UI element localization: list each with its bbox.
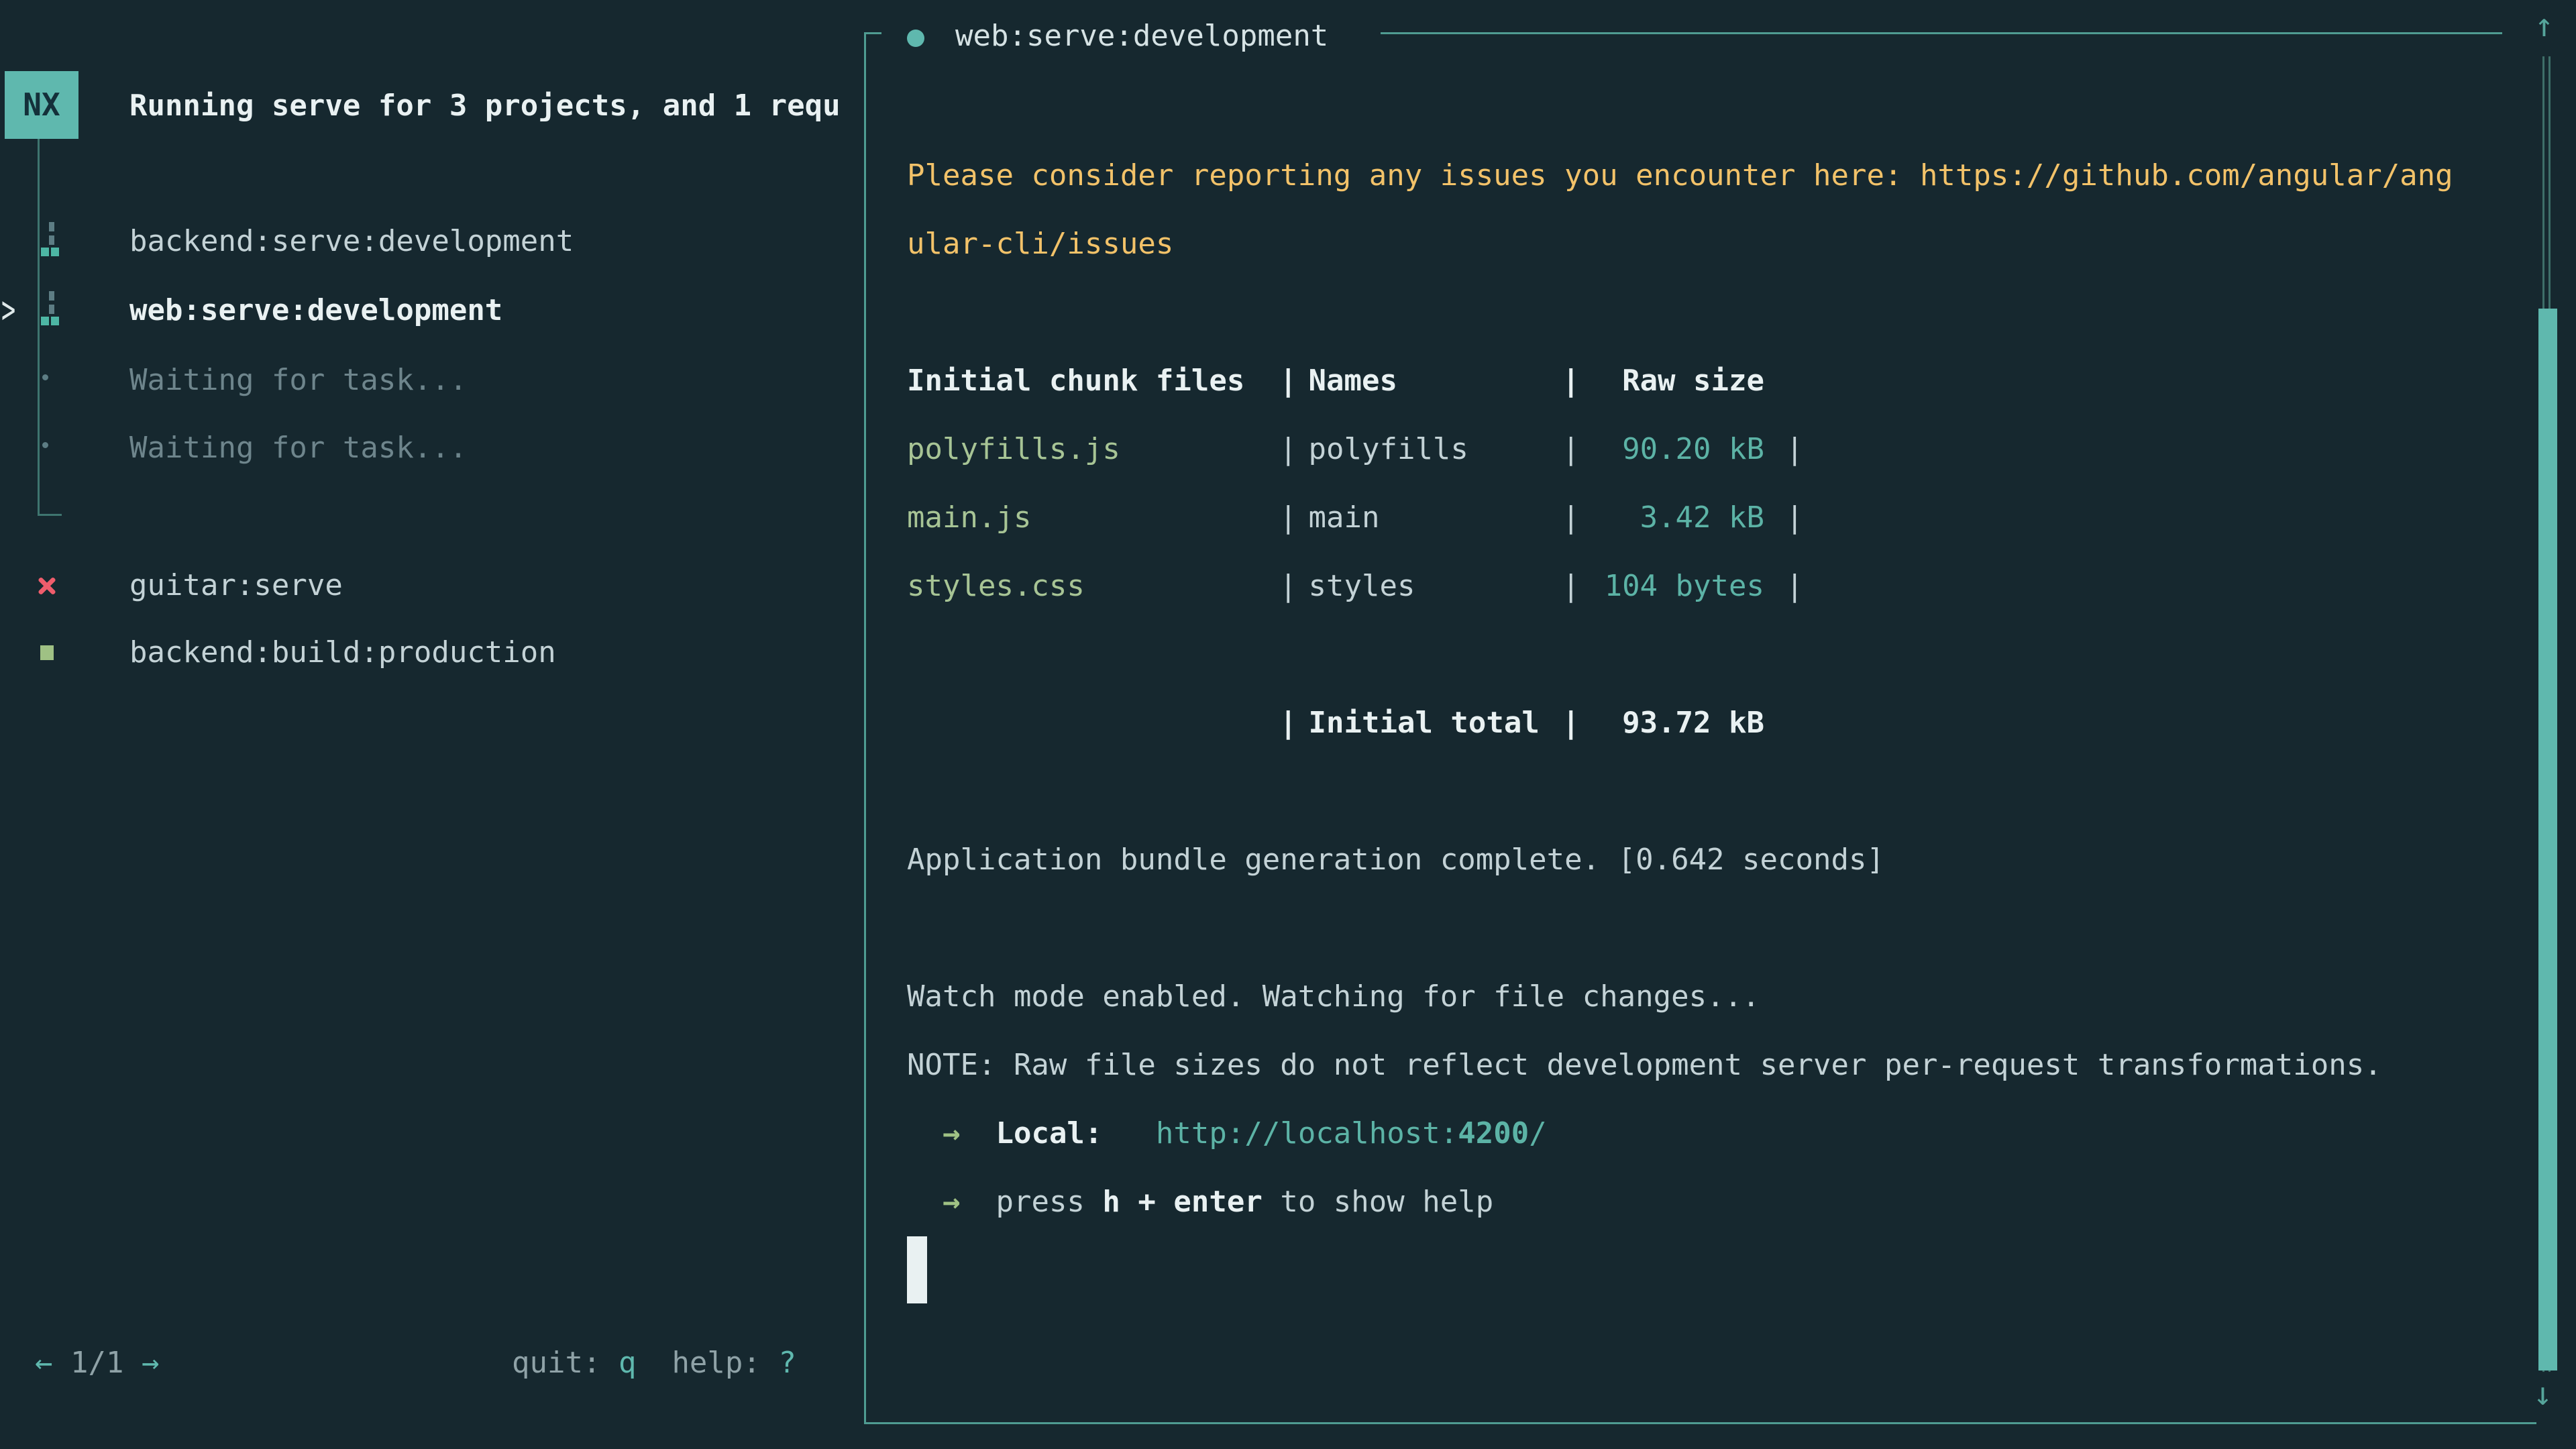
waiting-dot-icon [42,442,48,448]
panel-border-bottom [864,1422,2536,1424]
blank-line [907,894,2517,963]
chunk-name: styles [1297,552,1562,621]
table-row: main.js|main|3.42 kB| [907,484,2517,552]
sidebar-item-web-serve[interactable]: web:serve:development [129,288,502,333]
task-failed-x-icon [36,575,58,596]
help-hint-suffix: to show help [1263,1185,1493,1219]
local-url-line: → Local: http://localhost:4200/ [907,1099,2517,1168]
sidebar-item-guitar-serve[interactable]: guitar:serve [129,563,343,608]
page-indicator: 1/1 [70,1346,123,1380]
prev-page-arrow[interactable]: ← [35,1346,53,1380]
task-tree-line [38,139,40,516]
arrow-icon: → [943,1185,961,1219]
quit-label: quit: [512,1346,619,1380]
blank-line [907,278,2517,347]
arrow-icon: → [943,1116,961,1150]
scrollbar-thumb[interactable] [2538,309,2557,1371]
col-header-names: Names [1297,347,1562,415]
chunk-size: 104 bytes [1580,552,1786,621]
chunk-name: main [1297,484,1562,552]
sidebar-item-waiting-2[interactable]: Waiting for task... [129,425,467,471]
next-page-arrow[interactable]: → [142,1346,160,1380]
scroll-up-icon[interactable]: ↑ [2534,7,2554,44]
notice-text[interactable]: Please consider reporting any issues you… [907,158,2453,193]
sidebar-item-backend-build[interactable]: backend:build:production [129,630,556,676]
waiting-dot-icon [42,374,48,380]
local-url[interactable]: http://localhost:4200/ [1156,1116,1547,1150]
chunk-file: main.js [907,484,1279,552]
shortcut-hints: quit: q help: ? [512,1340,796,1386]
panel-border-top-stub [864,32,881,34]
table-header-row: Initial chunk files|Names|Raw size [907,347,2517,415]
chunk-name: polyfills [1297,415,1562,484]
total-size: 93.72 kB [1580,689,1786,757]
table-row: styles.css|styles|104 bytes| [907,552,2517,621]
nx-logo: NX [5,71,78,139]
help-label: help: [672,1346,778,1380]
quit-key: q [619,1346,637,1380]
panel-title: web:serve:development [955,13,1328,59]
col-header-size: Raw size [1580,347,1786,415]
panel-border-top [1381,32,2502,34]
blank-line [907,621,2517,689]
chunk-size: 3.42 kB [1580,484,1786,552]
bundle-complete-message: Application bundle generation complete. … [907,826,2517,894]
local-label: Local: [996,1116,1102,1150]
help-key: ? [778,1346,796,1380]
pagination: ← 1/1 → [35,1340,159,1386]
watch-mode-message: Watch mode enabled. Watching for file ch… [907,963,2517,1031]
table-row: polyfills.js|polyfills|90.20 kB| [907,415,2517,484]
note-message: NOTE: Raw file sizes do not reflect deve… [907,1031,2517,1099]
sidebar-item-waiting-1[interactable]: Waiting for task... [129,358,467,403]
chunk-size: 90.20 kB [1580,415,1786,484]
blank-line [907,757,2517,826]
angular-notice-line1: Please consider reporting any issues you… [907,142,2517,210]
sidebar-header-title: Running serve for 3 projects, and 1 requ [129,83,841,129]
angular-notice-line2: ular-cli/issues [907,210,2517,278]
spinner-icon [39,222,60,257]
panel-border-left [864,32,866,1424]
task-success-square-icon [40,645,54,660]
task-status-dot-icon [907,30,924,47]
help-hint-line: → press h + enter to show help [907,1168,2517,1236]
sidebar-item-backend-serve[interactable]: backend:serve:development [129,219,574,264]
table-total-row: |Initial total|93.72 kB [907,689,2517,757]
help-hint-keys: h + enter [1102,1185,1262,1219]
terminal-cursor [907,1236,927,1303]
scroll-down-icon[interactable]: ↓ [2533,1375,2553,1413]
total-label: Initial total [1297,689,1562,757]
task-tree-line-corner [38,514,62,516]
col-header-files: Initial chunk files [907,347,1279,415]
chunk-file: styles.css [907,552,1279,621]
chunk-file: polyfills.js [907,415,1279,484]
help-hint-prefix: press [996,1185,1102,1219]
notice-text[interactable]: ular-cli/issues [907,227,1173,261]
spinner-icon [39,291,60,326]
terminal-output: Please consider reporting any issues you… [907,142,2517,1236]
